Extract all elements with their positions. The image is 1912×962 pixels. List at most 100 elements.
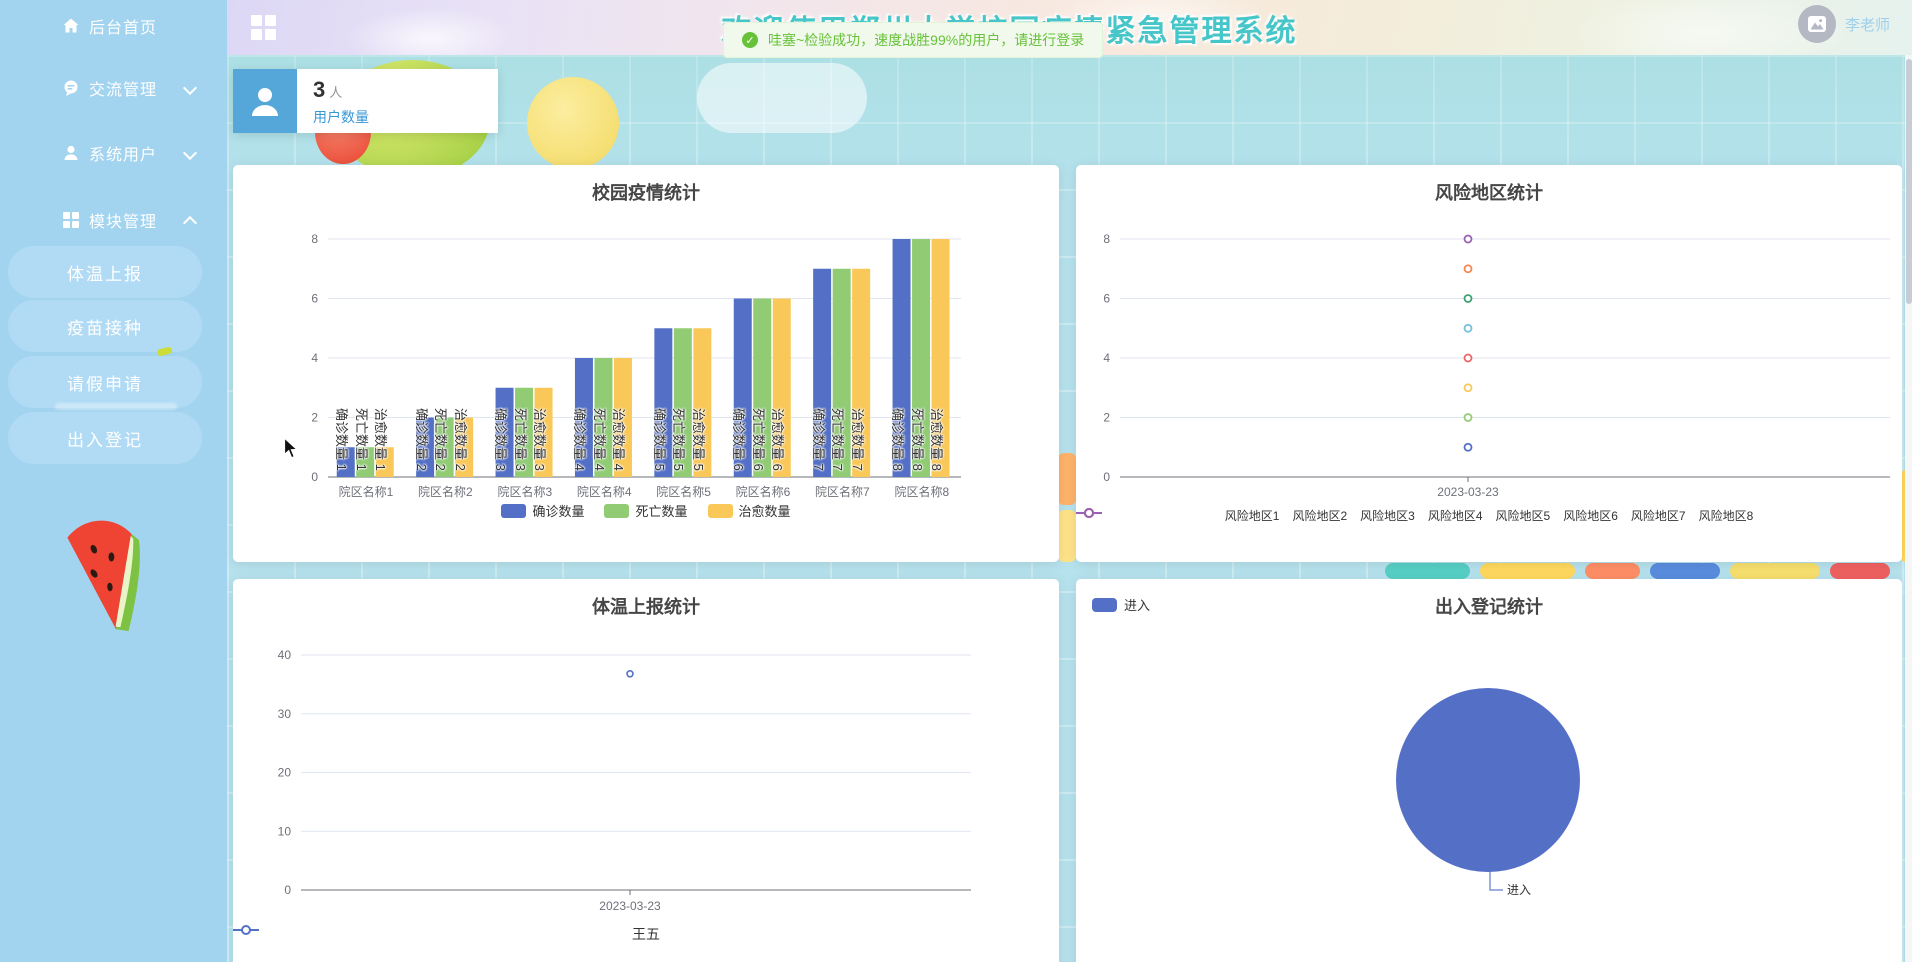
legend-swatch	[707, 503, 733, 518]
decor-candy	[1650, 563, 1720, 579]
decor-candy	[1585, 563, 1640, 579]
svg-text:院区名称4: 院区名称4	[577, 484, 632, 499]
sidebar-item-communication[interactable]: 交流管理	[0, 68, 227, 108]
user-count-unit: 人	[329, 85, 343, 100]
chart-title: 体温上报统计	[592, 597, 700, 617]
bar-value-label: 确诊数量 4	[572, 408, 588, 471]
bar-value-label: 治愈数量 6	[770, 408, 786, 471]
sidebar: 后台首页 交流管理 系统用户 模块管理 体温上报 疫苗接种 请假申请 出入登记	[0, 0, 227, 962]
picture-icon	[1807, 16, 1826, 32]
legend-item-risk[interactable]: 风险地区5	[1076, 507, 1551, 524]
legend-item-risk[interactable]: 风险地区1	[1076, 507, 1279, 524]
chart-card-risk-areas: 风险地区统计 0 2 4 6 8 2023-03-23 风险地区1 风险地区2 风险地区3 风险地…	[1076, 165, 1902, 562]
legend-item-person[interactable]: 王五	[233, 924, 660, 944]
bar-value-label: 死亡数量 2	[433, 408, 449, 471]
svg-text:院区名称3: 院区名称3	[497, 484, 552, 499]
bar-value-label: 死亡数量 1	[353, 408, 369, 471]
legend-item-risk[interactable]: 风险地区6	[1076, 507, 1618, 524]
bar-value-label: 死亡数量 4	[591, 408, 607, 471]
bar-value-label: 治愈数量 8	[929, 408, 945, 471]
svg-text:0: 0	[284, 883, 291, 897]
svg-text:院区名称8: 院区名称8	[894, 484, 949, 499]
sidebar-item-system-users[interactable]: 系统用户	[0, 133, 227, 173]
legend-label: 确诊数量	[532, 504, 585, 519]
svg-text:0: 0	[311, 470, 318, 484]
home-icon	[63, 18, 79, 33]
legend-item-risk[interactable]: 风险地区7	[1076, 507, 1686, 524]
svg-text:6: 6	[1103, 292, 1110, 306]
chart-title: 风险地区统计	[1435, 183, 1543, 203]
legend-label: 风险地区7	[1630, 509, 1686, 523]
legend-label: 治愈数量	[738, 504, 791, 519]
user-profile[interactable]: 李老师	[1797, 5, 1890, 43]
svg-text:2023-03-23: 2023-03-23	[599, 899, 661, 913]
decor-cloud	[697, 63, 867, 133]
chevron-down-icon	[182, 145, 198, 161]
sidebar-item-home[interactable]: 后台首页	[0, 6, 227, 46]
sidebar-item-modules[interactable]: 模块管理	[0, 200, 227, 240]
scrollbar-thumb[interactable]	[1905, 59, 1912, 304]
toast-notification: ✓ 哇塞~检验成功，速度战胜99%的用户，请进行登录	[723, 22, 1104, 58]
legend-swatch	[501, 503, 527, 518]
svg-text:4: 4	[1103, 351, 1110, 365]
bar-value-label: 死亡数量 7	[830, 408, 846, 471]
chart-card-temperature: 体温上报统计 0 10 20 30 40 2023-03-23 王五	[233, 579, 1059, 962]
grid-icon	[63, 212, 79, 228]
bar-value-label: 治愈数量 3	[532, 408, 548, 471]
svg-text:2: 2	[311, 411, 318, 425]
bar-value-label: 确诊数量 1	[334, 408, 350, 471]
decor-candy	[1385, 563, 1470, 579]
pie-legend-item[interactable]: 进入	[1092, 595, 1150, 614]
legend-item-risk[interactable]: 风险地区2	[1076, 507, 1347, 524]
legend-label: 王五	[632, 926, 660, 942]
bar-value-label: 确诊数量 2	[413, 408, 429, 471]
svg-text:20: 20	[278, 766, 292, 780]
sidebar-item-label: 交流管理	[89, 82, 158, 99]
sidebar-subitem-leave-request[interactable]: 请假申请	[8, 356, 202, 408]
legend-item-risk[interactable]: 风险地区8	[1076, 507, 1754, 524]
bar-value-label: 确诊数量 7	[810, 408, 826, 471]
success-check-icon: ✓	[742, 32, 758, 48]
legend-label: 风险地区6	[1563, 509, 1618, 523]
user-icon	[64, 145, 78, 160]
chat-icon	[64, 80, 78, 96]
sidebar-subitem-entry-exit[interactable]: 出入登记	[8, 412, 202, 464]
legend-item-risk[interactable]: 风险地区3	[1076, 507, 1415, 524]
decor-candy	[1480, 563, 1575, 579]
decor-candy	[1058, 453, 1076, 505]
legend-label: 死亡数量	[635, 504, 688, 519]
svg-text:0: 0	[1103, 470, 1110, 484]
legend-item-bar[interactable]: 死亡数量	[604, 501, 688, 520]
bar-value-label: 确诊数量 5	[651, 408, 667, 471]
chart-card-campus-epidemic: 校园疫情统计 0 2 4 6 8 院区名称1 院区名称2 院区名称3 院区名称4 院区名称5 院区名…	[233, 165, 1059, 562]
scrollbar-track[interactable]	[1905, 55, 1912, 962]
legend-item-risk[interactable]: 风险地区4	[1076, 507, 1483, 524]
legend-line-marker	[1076, 508, 1102, 518]
sidebar-subitem-vaccination[interactable]: 疫苗接种	[8, 300, 202, 352]
chart-title: 出入登记统计	[1435, 597, 1543, 617]
svg-text:院区名称6: 院区名称6	[736, 484, 791, 499]
bar-value-label: 治愈数量 2	[452, 408, 468, 471]
toast-message: 哇塞~检验成功，速度战胜99%的用户，请进行登录	[768, 32, 1085, 48]
svg-text:8: 8	[1103, 232, 1110, 246]
svg-text:进入: 进入	[1507, 883, 1531, 897]
svg-text:4: 4	[311, 351, 318, 365]
legend-item-bar[interactable]: 确诊数量	[501, 501, 584, 520]
svg-text:院区名称2: 院区名称2	[418, 484, 473, 499]
decor-candy	[1830, 563, 1890, 579]
app-window: 后台首页 交流管理 系统用户 模块管理 体温上报 疫苗接种 请假申请 出入登记 …	[0, 0, 1912, 962]
line-chart-canvas: 0 2 4 6 8 2023-03-23 风险地区1 风险地区2 风险地区3 风险地区4 风险地区5…	[1076, 165, 1902, 562]
chart-card-entry-exit: 出入登记统计 进入 进入	[1076, 579, 1902, 962]
legend-label: 风险地区8	[1698, 509, 1754, 523]
bar-value-label: 治愈数量 5	[690, 408, 706, 471]
chevron-up-icon	[182, 215, 198, 231]
legend-label: 风险地区5	[1495, 509, 1551, 523]
person-icon	[233, 69, 297, 133]
legend-item-bar[interactable]: 治愈数量	[707, 501, 791, 520]
sidebar-subitem-temperature-report[interactable]: 体温上报	[8, 246, 202, 298]
decor-candy	[1058, 510, 1076, 562]
bar-value-label: 确诊数量 3	[493, 408, 509, 471]
legend-line-marker	[233, 925, 259, 935]
user-count-value: 3	[313, 77, 326, 102]
line-chart-canvas: 0 10 20 30 40 2023-03-23 王五	[233, 579, 1059, 962]
